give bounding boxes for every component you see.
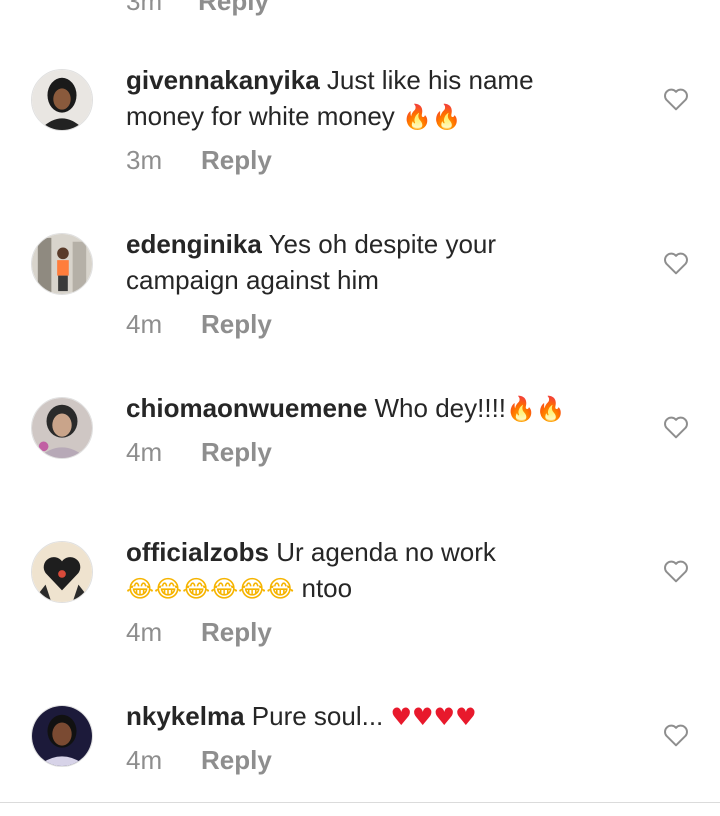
comment-meta: 4m Reply	[126, 437, 272, 468]
comment-body: Just like his name	[326, 65, 534, 95]
username[interactable]: givennakanyika	[126, 65, 320, 95]
reply-button[interactable]: Reply	[201, 437, 272, 468]
comment-body: Yes oh despite your	[268, 229, 497, 259]
divider	[0, 802, 720, 803]
heart-outline-icon[interactable]	[663, 415, 689, 439]
comment-text: chiomaonwuemene Who dey!!!!🔥🔥	[126, 390, 606, 427]
avatar[interactable]	[31, 705, 93, 767]
username[interactable]: edenginika	[126, 229, 262, 259]
avatar[interactable]	[31, 541, 93, 603]
fire-emoji: 🔥🔥	[402, 103, 462, 131]
comment-body: Pure soul...	[251, 701, 384, 731]
comment-meta: 4m Reply	[126, 745, 272, 776]
heart-outline-icon[interactable]	[663, 87, 689, 111]
heart-outline-icon[interactable]	[663, 251, 689, 275]
avatar[interactable]	[31, 233, 93, 295]
comment-body: money for white money	[126, 101, 395, 131]
reply-button[interactable]: Reply	[198, 0, 269, 17]
comment-text: givennakanyika Just like his name money …	[126, 62, 606, 135]
laughing-emoji: 😂😂😂😂😂😂	[126, 575, 295, 603]
heart-outline-icon[interactable]	[663, 559, 689, 583]
username[interactable]: officialzobs	[126, 537, 269, 567]
comment-meta: 4m Reply	[126, 309, 272, 340]
red-heart-emoji: ♥♥♥♥	[390, 703, 477, 731]
comment-time: 4m	[126, 617, 163, 647]
comment-body: ntoo	[301, 573, 353, 603]
username[interactable]: chiomaonwuemene	[126, 393, 367, 423]
reply-button[interactable]: Reply	[201, 145, 272, 176]
heart-outline-icon[interactable]	[663, 723, 689, 747]
comment-text: edenginika Yes oh despite your campaign …	[126, 226, 606, 298]
avatar[interactable]	[31, 397, 93, 459]
comment-time: 3m	[126, 145, 163, 175]
comment-meta: 4m Reply	[126, 617, 272, 648]
avatar[interactable]	[31, 69, 93, 131]
comment-meta: 3m Reply	[126, 145, 272, 176]
reply-button[interactable]: Reply	[201, 745, 272, 776]
comment-time: 3m	[126, 0, 163, 16]
comment-text: officialzobs Ur agenda no work 😂😂😂😂😂😂 nt…	[126, 534, 606, 607]
reply-button[interactable]: Reply	[201, 617, 272, 648]
username[interactable]: nkykelma	[126, 701, 245, 731]
fire-emoji: 🔥🔥	[506, 395, 566, 423]
comment-text: nkykelma Pure soul... ♥♥♥♥	[126, 698, 606, 735]
previous-comment-meta: 3m Reply	[126, 0, 269, 17]
comment-time: 4m	[126, 745, 163, 775]
reply-button[interactable]: Reply	[201, 309, 272, 340]
comment-body: Ur agenda no work	[276, 537, 496, 567]
comment-time: 4m	[126, 309, 163, 339]
comment-time: 4m	[126, 437, 163, 467]
comment-body: campaign against him	[126, 265, 379, 295]
comment-body: Who dey!!!!	[374, 393, 507, 423]
